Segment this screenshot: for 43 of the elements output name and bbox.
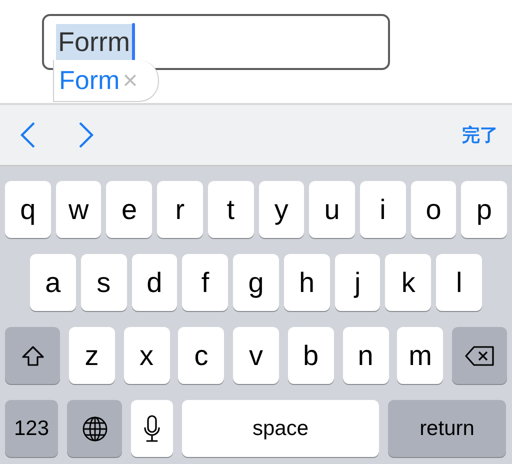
letter-key[interactable]: n (342, 327, 388, 384)
numbers-key[interactable]: 123 (5, 400, 58, 457)
letter-key[interactable]: f (182, 254, 228, 311)
letter-key[interactable]: y (258, 181, 304, 238)
letter-key[interactable]: i (360, 181, 406, 238)
letter-key[interactable]: d (132, 254, 178, 311)
letter-key[interactable]: b (288, 327, 334, 384)
done-button[interactable]: 完了 (462, 122, 498, 148)
field-value: Forrm (56, 24, 132, 60)
letter-key[interactable]: l (436, 254, 482, 311)
letter-key[interactable]: u (309, 181, 355, 238)
letter-key[interactable]: e (106, 181, 152, 238)
globe-icon (82, 416, 108, 442)
letter-key[interactable]: w (56, 181, 102, 238)
delete-key[interactable] (452, 327, 507, 384)
letter-key[interactable]: k (385, 254, 432, 311)
microphone-icon (143, 414, 161, 442)
next-icon[interactable] (78, 122, 94, 148)
letter-key[interactable]: x (124, 327, 170, 384)
shift-icon (20, 344, 44, 366)
delete-icon (464, 346, 494, 366)
letter-key[interactable]: p (461, 181, 508, 238)
space-key[interactable]: space (182, 400, 379, 457)
letter-key[interactable]: z (68, 327, 115, 384)
letter-key[interactable]: j (334, 254, 380, 311)
letter-key[interactable]: s (80, 254, 127, 311)
letter-key[interactable]: r (157, 181, 203, 238)
letter-key[interactable]: c (178, 327, 224, 384)
letter-key[interactable]: t (208, 181, 254, 238)
letter-key[interactable]: q (5, 181, 51, 238)
shift-key[interactable] (5, 327, 60, 384)
autocorrect-suggestion[interactable]: Form× (53, 60, 159, 102)
letter-key[interactable]: g (233, 254, 279, 311)
globe-key[interactable] (67, 400, 122, 457)
letter-key[interactable]: a (30, 254, 76, 311)
previous-icon[interactable] (20, 122, 36, 148)
dictation-key[interactable] (131, 400, 173, 457)
letter-key[interactable]: v (233, 327, 279, 384)
return-key[interactable]: return (388, 400, 506, 457)
text-cursor (132, 23, 135, 61)
letter-key[interactable]: m (397, 327, 444, 384)
letter-key[interactable]: o (410, 181, 456, 238)
letter-key[interactable]: h (284, 254, 330, 311)
